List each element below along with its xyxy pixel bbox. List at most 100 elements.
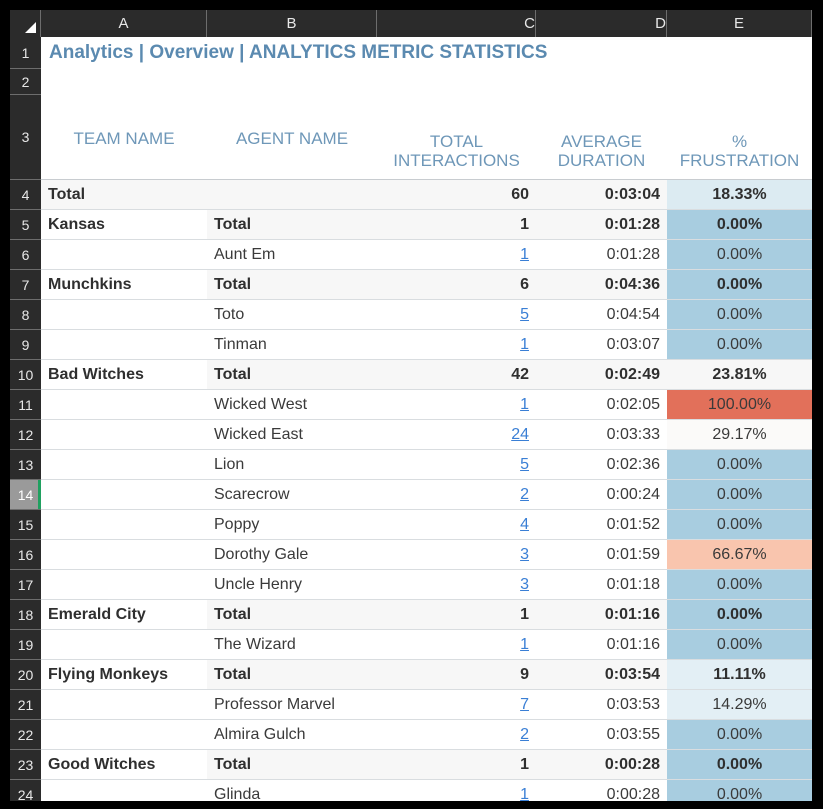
table-row[interactable]: Munchkins Total 6 0:04:36 0.00% — [41, 270, 812, 300]
table-row[interactable]: Kansas Total 1 0:01:28 0.00% — [41, 210, 812, 240]
header-agent-name: AGENT NAME — [235, 129, 349, 149]
cell-pct-frustration: 0.00% — [667, 720, 812, 749]
cell-total-interactions[interactable]: 1 — [377, 330, 536, 359]
cell-total-interactions[interactable]: 1 — [377, 390, 536, 419]
select-all-triangle-icon — [25, 22, 36, 33]
row-header-15[interactable]: 15 — [10, 510, 41, 540]
table-row[interactable]: The Wizard 1 0:01:16 0.00% — [41, 630, 812, 660]
interactions-link[interactable]: 2 — [520, 726, 529, 744]
row-header-4[interactable]: 4 — [10, 180, 41, 210]
cell-total-interactions[interactable]: 3 — [377, 570, 536, 599]
select-all-button[interactable] — [10, 10, 41, 37]
table-row[interactable]: Good Witches Total 1 0:00:28 0.00% — [41, 750, 812, 780]
frustration-value: 0.00% — [716, 335, 763, 353]
cell-total-interactions: 6 — [377, 270, 536, 299]
cell-total-interactions[interactable]: 1 — [377, 780, 536, 801]
table-row[interactable]: Bad Witches Total 42 0:02:49 23.81% — [41, 360, 812, 390]
table-row[interactable]: Wicked East 24 0:03:33 29.17% — [41, 420, 812, 450]
table-row[interactable]: Lion 5 0:02:36 0.00% — [41, 450, 812, 480]
table-row[interactable]: Emerald City Total 1 0:01:16 0.00% — [41, 600, 812, 630]
column-header-e[interactable]: E — [667, 10, 812, 37]
interactions-link[interactable]: 1 — [520, 336, 529, 354]
cell-pct-frustration: 0.00% — [667, 210, 812, 239]
cell-total-interactions[interactable]: 2 — [377, 720, 536, 749]
row-header-1[interactable]: 1 — [10, 37, 41, 69]
table-row[interactable]: Toto 5 0:04:54 0.00% — [41, 300, 812, 330]
row-header-7[interactable]: 7 — [10, 270, 41, 300]
cell-total-interactions[interactable]: 5 — [377, 450, 536, 479]
row-header-19[interactable]: 19 — [10, 630, 41, 660]
row-header-23[interactable]: 23 — [10, 750, 41, 780]
table-row[interactable]: Glinda 1 0:00:28 0.00% — [41, 780, 812, 801]
cell-team-name — [41, 240, 207, 269]
cell-total-interactions[interactable]: 4 — [377, 510, 536, 539]
interactions-link[interactable]: 2 — [520, 486, 529, 504]
row-header-5[interactable]: 5 — [10, 210, 41, 240]
cell-pct-frustration: 0.00% — [667, 450, 812, 479]
table-row[interactable]: Tinman 1 0:03:07 0.00% — [41, 330, 812, 360]
cell-agent-name: Lion — [214, 455, 245, 473]
cell-total-interactions[interactable]: 2 — [377, 480, 536, 509]
table-row[interactable]: Wicked West 1 0:02:05 100.00% — [41, 390, 812, 420]
row-header-9[interactable]: 9 — [10, 330, 41, 360]
table-row[interactable]: Dorothy Gale 3 0:01:59 66.67% — [41, 540, 812, 570]
frustration-value: 23.81% — [712, 365, 767, 383]
cell-team-name — [41, 390, 207, 419]
row-header-12[interactable]: 12 — [10, 420, 41, 450]
row-header-11[interactable]: 11 — [10, 390, 41, 420]
cell-total-interactions[interactable]: 1 — [377, 240, 536, 269]
table-row[interactable]: Flying Monkeys Total 9 0:03:54 11.11% — [41, 660, 812, 690]
cell-team-name — [41, 510, 207, 539]
table-row[interactable]: Scarecrow 2 0:00:24 0.00% — [41, 480, 812, 510]
column-header-c[interactable]: C — [377, 10, 536, 37]
interactions-link[interactable]: 5 — [520, 456, 529, 474]
frustration-value: 0.00% — [716, 515, 763, 533]
frustration-value: 0.00% — [716, 485, 763, 503]
table-row[interactable]: Professor Marvel 7 0:03:53 14.29% — [41, 690, 812, 720]
interactions-link[interactable]: 1 — [520, 396, 529, 414]
interactions-link[interactable]: 7 — [520, 696, 529, 714]
cell-team-name: Bad Witches — [48, 365, 144, 383]
table-row[interactable]: Uncle Henry 3 0:01:18 0.00% — [41, 570, 812, 600]
row-header-2[interactable]: 2 — [10, 69, 41, 95]
frustration-value: 0.00% — [716, 605, 763, 623]
table-row[interactable]: Almira Gulch 2 0:03:55 0.00% — [41, 720, 812, 750]
cell-total-interactions[interactable]: 1 — [377, 630, 536, 659]
row-header-21[interactable]: 21 — [10, 690, 41, 720]
row-header-18[interactable]: 18 — [10, 600, 41, 630]
interactions-link[interactable]: 5 — [520, 306, 529, 324]
interactions-link[interactable]: 24 — [511, 426, 529, 444]
interactions-link[interactable]: 3 — [520, 576, 529, 594]
row-header-10[interactable]: 10 — [10, 360, 41, 390]
table-row[interactable]: Poppy 4 0:01:52 0.00% — [41, 510, 812, 540]
interactions-link[interactable]: 1 — [520, 786, 529, 801]
cell-total-interactions[interactable]: 3 — [377, 540, 536, 569]
interactions-link[interactable]: 1 — [520, 246, 529, 264]
column-header-b[interactable]: B — [207, 10, 377, 37]
row-header-16[interactable]: 16 — [10, 540, 41, 570]
cell-pct-frustration: 0.00% — [667, 630, 812, 659]
row-header-14[interactable]: 14 — [10, 480, 41, 510]
cell-total-interactions[interactable]: 24 — [377, 420, 536, 449]
column-header-a[interactable]: A — [41, 10, 207, 37]
row-header-20[interactable]: 20 — [10, 660, 41, 690]
row-header-22[interactable]: 22 — [10, 720, 41, 750]
table-row[interactable]: Total 60 0:03:04 18.33% — [41, 180, 812, 210]
frustration-value: 0.00% — [716, 245, 763, 263]
header-team-name: TEAM NAME — [73, 129, 175, 149]
table-row[interactable]: Aunt Em 1 0:01:28 0.00% — [41, 240, 812, 270]
row-header-13[interactable]: 13 — [10, 450, 41, 480]
row-header-3[interactable]: 3 — [10, 95, 41, 180]
interactions-link[interactable]: 1 — [520, 636, 529, 654]
row-header-17[interactable]: 17 — [10, 570, 41, 600]
row-header-24[interactable]: 24 — [10, 780, 41, 801]
cell-average-duration: 0:02:05 — [606, 395, 660, 413]
cell-total-interactions[interactable]: 5 — [377, 300, 536, 329]
row-header-6[interactable]: 6 — [10, 240, 41, 270]
cell-average-duration: 0:01:59 — [606, 545, 660, 563]
cell-total-interactions[interactable]: 7 — [377, 690, 536, 719]
column-header-d[interactable]: D — [536, 10, 667, 37]
row-header-8[interactable]: 8 — [10, 300, 41, 330]
interactions-link[interactable]: 4 — [520, 516, 529, 534]
interactions-link[interactable]: 3 — [520, 546, 529, 564]
